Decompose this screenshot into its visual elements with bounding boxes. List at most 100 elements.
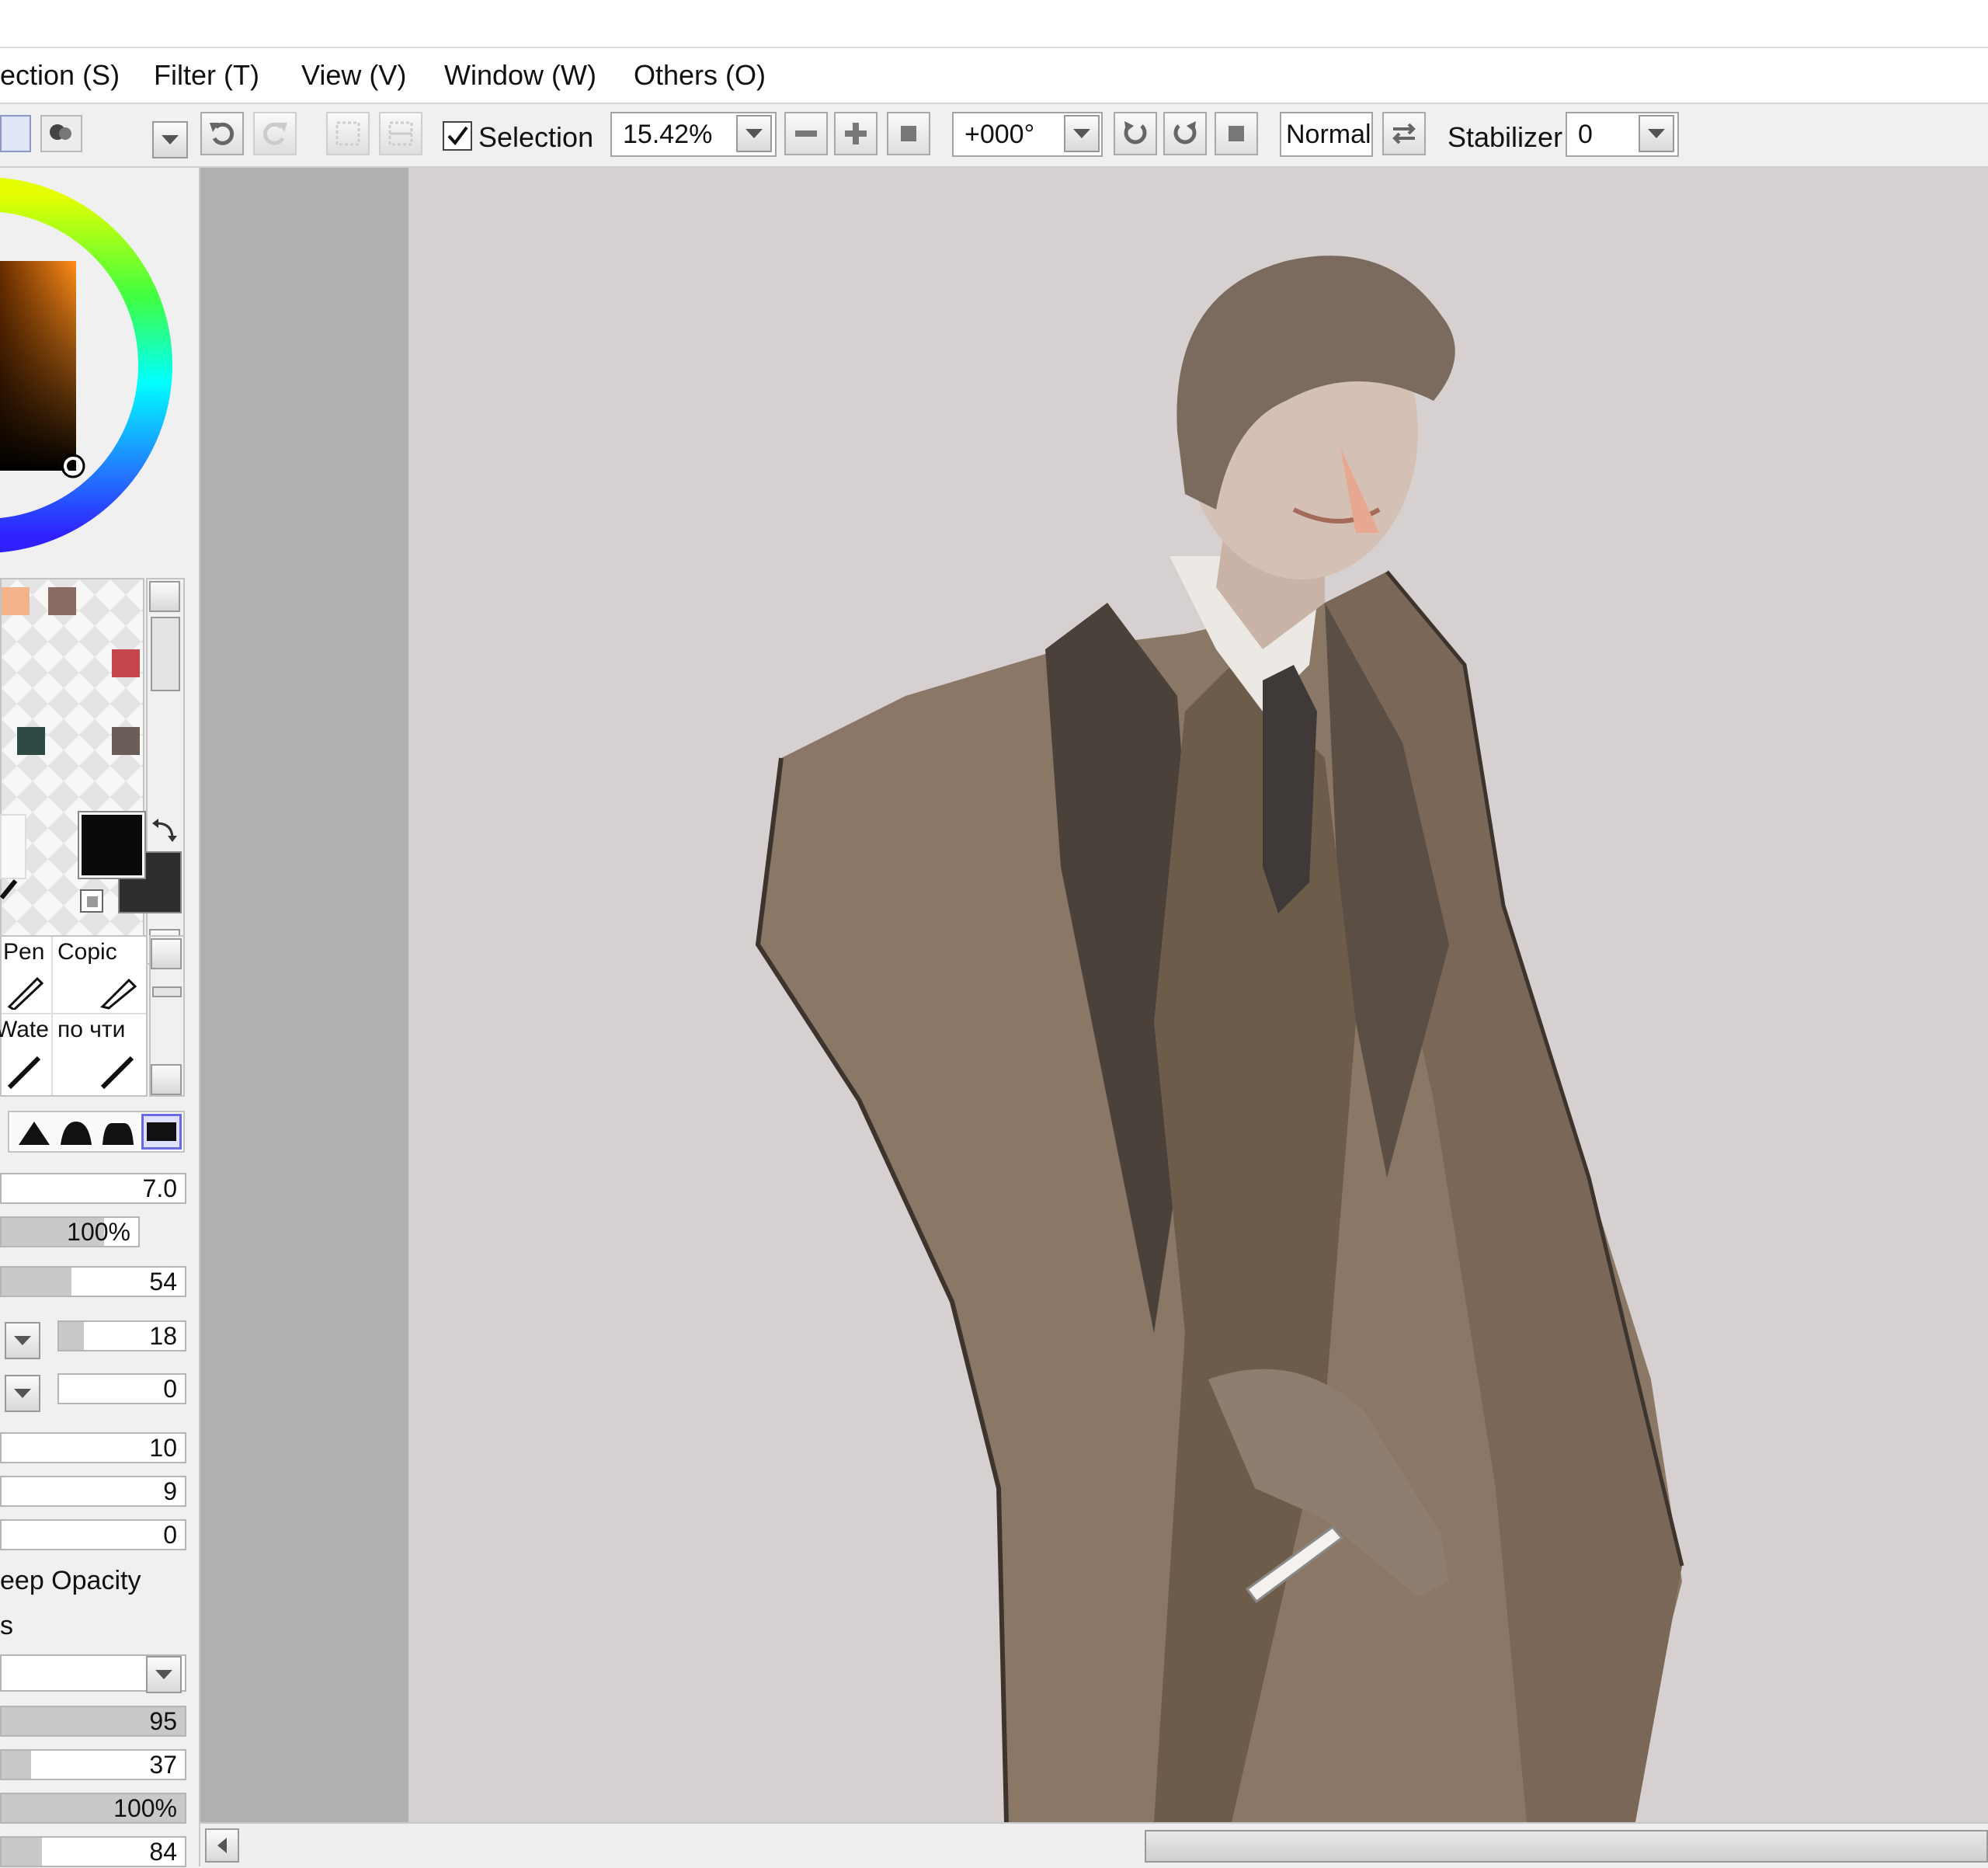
brush-size-value: 7.0	[142, 1174, 177, 1202]
toolbar: Selection 15.42% +000° Normal Stabilizer…	[0, 104, 1988, 168]
palette-scroll-thumb[interactable]	[151, 617, 180, 691]
menu-view[interactable]: View (V)	[301, 57, 406, 93]
blend-mode-field[interactable]: Normal	[1280, 112, 1373, 157]
swatch-dark-green[interactable]	[17, 727, 45, 755]
brush-slot-custom[interactable]: по чти	[53, 1014, 146, 1095]
keep-opacity-label[interactable]: eep Opacity	[0, 1564, 141, 1597]
swatch-peach[interactable]	[2, 587, 30, 615]
scroll-left-button[interactable]	[205, 1828, 239, 1863]
setting-slider-1[interactable]: 10	[0, 1432, 186, 1463]
setting-value-2: 9	[163, 1477, 177, 1505]
rotation-reset-button[interactable]	[1215, 112, 1258, 155]
brush-scroll-thumb[interactable]	[152, 986, 182, 997]
dilution-slider[interactable]: 37	[0, 1749, 186, 1780]
redo-button[interactable]	[253, 112, 297, 155]
brush-scroll-down-button[interactable]	[151, 1064, 182, 1095]
texture-strength-slider[interactable]: 18	[57, 1320, 186, 1351]
min-size-slider[interactable]: 100%	[0, 1216, 140, 1247]
stabilizer-value: 0	[1578, 120, 1593, 149]
rotate-right-icon	[1173, 121, 1197, 144]
blend-strength-field[interactable]: 0	[57, 1373, 186, 1404]
eyedropper-icon[interactable]	[0, 871, 23, 899]
swap-colors-icon[interactable]	[151, 817, 182, 848]
menu-others[interactable]: Others (O)	[634, 57, 766, 93]
persistence-slider[interactable]: 100%	[0, 1793, 186, 1824]
menu-filter[interactable]: Filter (T)	[154, 57, 259, 93]
canvas-horizontal-scrollbar[interactable]	[200, 1822, 1988, 1868]
brush-size-field[interactable]: 7.0	[0, 1173, 186, 1204]
brush-scroll-up-button[interactable]	[151, 938, 182, 969]
invert-selection-icon	[388, 121, 413, 146]
color-grid-mode-icon[interactable]	[0, 115, 31, 152]
zoom-dropdown-button[interactable]	[736, 115, 772, 152]
reset-colors-icon[interactable]	[78, 887, 106, 915]
brush-mode-dropdown-button[interactable]	[146, 1656, 182, 1693]
color-palette-mode-icon[interactable]	[40, 115, 82, 152]
rotate-left-button[interactable]	[1114, 112, 1157, 155]
swatch-red[interactable]	[112, 649, 140, 677]
deselect-button[interactable]	[326, 112, 370, 155]
brush-label-water: Wate	[0, 1017, 49, 1042]
selection-label: Selection	[478, 121, 594, 153]
left-tool-panel: Pen Copic Wate по чти 7.0 100% 54 18 0 1…	[0, 168, 200, 1867]
palette-scroll-up-button[interactable]	[149, 581, 180, 612]
brush-label-pen: Pen	[3, 939, 45, 965]
marker-icon	[100, 978, 137, 1010]
misc-option-label[interactable]: s	[0, 1609, 13, 1642]
last-setting-slider[interactable]: 84	[0, 1836, 186, 1867]
panel-dropdown-button[interactable]	[152, 121, 188, 158]
selection-checkbox[interactable]	[443, 121, 472, 151]
rotation-dropdown-button[interactable]	[1064, 115, 1100, 152]
blend-dropdown-button[interactable]	[5, 1375, 40, 1412]
brush-shape-selector	[8, 1111, 185, 1153]
brush-label-copic: Copic	[57, 939, 117, 965]
zoom-out-button[interactable]	[784, 112, 828, 155]
brush-icon	[100, 1056, 134, 1090]
undo-button[interactable]	[200, 112, 244, 155]
density-value: 54	[149, 1268, 177, 1296]
shape-sharp-icon[interactable]	[17, 1117, 51, 1148]
shape-flat-icon[interactable]	[101, 1117, 135, 1148]
menu-bar: ection (S) Filter (T) View (V) Window (W…	[0, 48, 1988, 104]
invert-selection-button[interactable]	[379, 112, 422, 155]
transparent-color-box[interactable]	[0, 814, 26, 879]
texture-fill	[59, 1322, 85, 1350]
shape-round-icon[interactable]	[59, 1117, 93, 1148]
color-wheel[interactable]	[0, 168, 199, 572]
stabilizer-dropdown-button[interactable]	[1639, 115, 1674, 152]
plus-icon	[845, 123, 867, 144]
menu-window[interactable]: Window (W)	[444, 57, 596, 93]
setting-slider-3[interactable]: 0	[0, 1519, 186, 1550]
stabilizer-label: Stabilizer	[1448, 121, 1563, 153]
brush-slot-copic[interactable]: Copic	[53, 937, 146, 1014]
texture-strength-value: 18	[149, 1322, 177, 1350]
flip-horizontal-button[interactable]	[1382, 112, 1426, 155]
rotate-left-icon	[1124, 121, 1147, 144]
square-icon	[1229, 126, 1244, 141]
menu-selection[interactable]: ection (S)	[0, 57, 120, 93]
brush-slot-pen[interactable]: Pen	[2, 937, 53, 1014]
rotate-right-button[interactable]	[1163, 112, 1207, 155]
dilution-value: 37	[149, 1751, 177, 1779]
brush-tool-grid: Pen Copic Wate по чти	[0, 935, 148, 1097]
brush-icon	[7, 1056, 41, 1090]
last-setting-value: 84	[149, 1838, 177, 1866]
persistence-value: 100%	[113, 1794, 177, 1822]
swatch-gray-brown[interactable]	[112, 727, 140, 755]
texture-dropdown-button[interactable]	[5, 1322, 40, 1359]
swatch-brown[interactable]	[48, 587, 76, 615]
pen-icon	[7, 976, 44, 1010]
scroll-thumb[interactable]	[1145, 1830, 1988, 1863]
blend-mode-value: Normal	[1286, 120, 1371, 149]
density-fill	[2, 1268, 71, 1296]
setting-slider-2[interactable]: 9	[0, 1476, 186, 1507]
shape-square-selected[interactable]	[141, 1114, 182, 1150]
zoom-reset-button[interactable]	[887, 112, 930, 155]
drawing-canvas[interactable]	[408, 168, 1988, 1822]
zoom-in-button[interactable]	[834, 112, 878, 155]
foreground-color-box[interactable]	[78, 811, 146, 879]
brush-slot-water[interactable]: Wate	[0, 1014, 53, 1095]
blending-slider[interactable]: 95	[0, 1706, 186, 1737]
density-slider[interactable]: 54	[0, 1266, 186, 1297]
brush-scrollbar[interactable]	[149, 935, 185, 1097]
